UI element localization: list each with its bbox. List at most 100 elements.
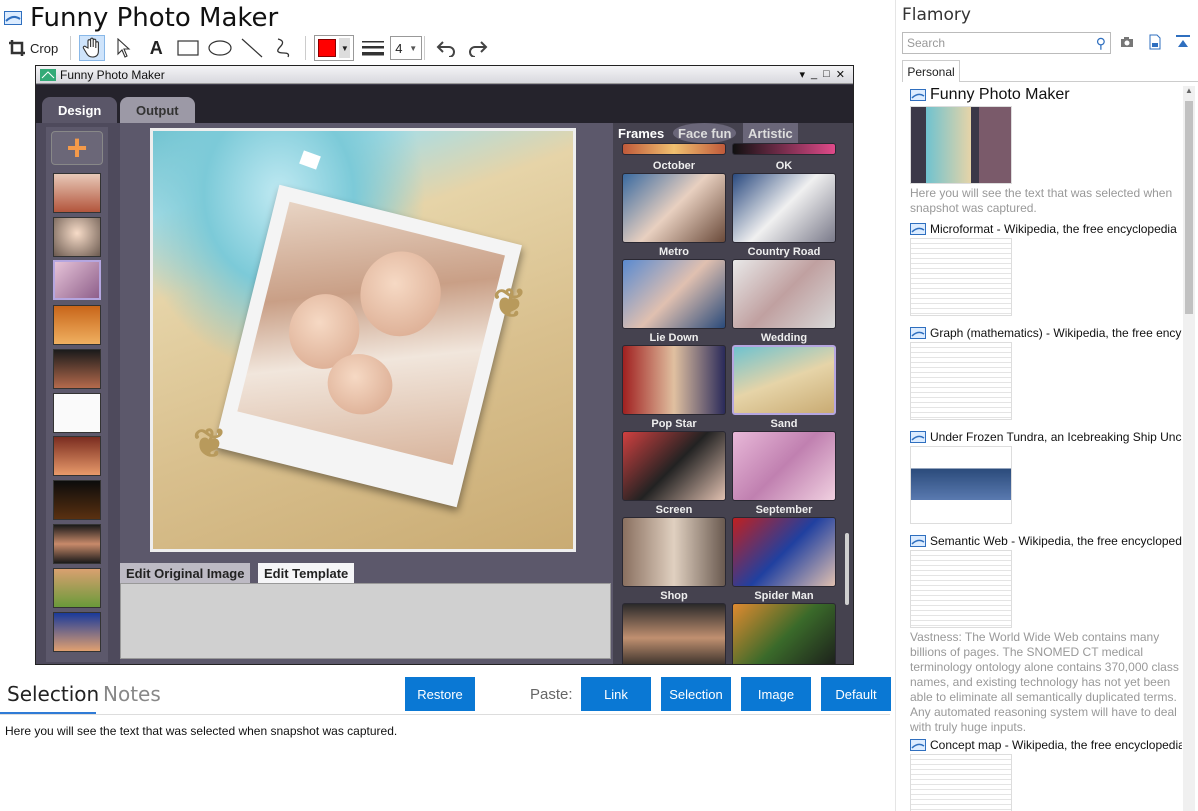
sidebar-title: Flamory [902, 5, 971, 25]
snapshot-icon [910, 535, 926, 547]
hand-icon [83, 37, 100, 58]
paste-selection-button[interactable]: Selection [661, 677, 731, 711]
search-input[interactable]: Search ⚲ [902, 32, 1111, 54]
frame-thumbnail [732, 143, 836, 155]
thumbnail [53, 349, 101, 389]
thumbnail [53, 305, 101, 345]
chevron-down-icon: ▼ [339, 38, 351, 58]
add-photo-icon: + [51, 130, 103, 166]
tab-notes[interactable]: Notes [103, 682, 161, 706]
frame-item: Spider Man [731, 589, 837, 664]
snapshot-thumbnail [910, 342, 1012, 420]
document-icon[interactable] [1147, 33, 1163, 51]
thumbnail [53, 436, 101, 476]
list-item[interactable]: Funny Photo Maker Here you will see the … [910, 86, 1182, 216]
tab-selection[interactable]: Selection [7, 682, 99, 706]
close-icon: ✕ [835, 69, 845, 81]
ellipse-tool-button[interactable] [207, 35, 233, 61]
crop-button[interactable]: Crop [4, 35, 62, 61]
snapshot-icon [910, 327, 926, 339]
face-shape [351, 242, 450, 345]
list-item-header: Concept map - Wikipedia, the free encycl… [910, 738, 1182, 752]
pointer-icon [117, 38, 131, 58]
sidebar-icons [1119, 33, 1191, 51]
paste-image-button[interactable]: Image [741, 677, 811, 711]
list-item-description: Here you will see the text that was sele… [910, 186, 1173, 215]
tab-output: Output [120, 97, 195, 123]
search-icon[interactable]: ⚲ [1096, 35, 1106, 52]
snapshot-icon [910, 739, 926, 751]
frame-item: Screen [621, 503, 727, 587]
snapshot-tabbar: Design Output [36, 85, 853, 123]
list-item-description: Vastness: The World Wide Web contains ma… [910, 630, 1179, 734]
snapshot-thumbnail [910, 754, 1012, 811]
frame-item: Country Road [731, 245, 837, 329]
thumbnail [53, 173, 101, 213]
collapse-icon[interactable] [1175, 33, 1191, 51]
app-window: Funny Photo Maker Crop A ▼ 4 ▼ Funny Pho… [0, 0, 1198, 811]
scroll-up-icon[interactable]: ▲ [1183, 86, 1195, 98]
selection-text[interactable]: Here you will see the text that was sele… [5, 724, 397, 738]
list-item[interactable]: Under Frozen Tundra, an Icebreaking Ship… [910, 430, 1182, 524]
line-tool-button[interactable] [239, 35, 265, 61]
snapshot-icon [910, 431, 926, 443]
scrollbar-thumb[interactable] [1185, 101, 1193, 314]
polaroid-photo [214, 184, 522, 508]
rectangle-tool-button[interactable] [175, 35, 201, 61]
frame-item: Sand [731, 417, 837, 501]
maximize-icon: □ [823, 68, 830, 80]
sand-heart-mark: ❦ [193, 422, 227, 466]
snapshot-image: Funny Photo Maker ▾ _ □ ✕ Design Output … [35, 65, 854, 665]
pointer-tool-button[interactable] [111, 35, 137, 61]
frames-tabbar: Frames Face fun Artistic [613, 123, 853, 143]
frame-item [621, 143, 727, 155]
snapshot-icon [910, 89, 926, 101]
text-tool-button[interactable]: A [143, 35, 169, 61]
page-title: Funny Photo Maker [30, 3, 279, 33]
paste-label: Paste: [530, 686, 573, 703]
list-item[interactable]: Concept map - Wikipedia, the free encycl… [910, 738, 1182, 811]
frame-item: Pop Star [621, 417, 727, 501]
frame-item: Wedding [731, 331, 837, 415]
list-item-title: Microformat - Wikipedia, the free encycl… [930, 222, 1177, 236]
sidebar-scrollbar[interactable]: ▲ [1183, 86, 1195, 811]
search-placeholder: Search [907, 36, 946, 50]
frame-item: October [621, 159, 727, 243]
list-item[interactable]: Graph (mathematics) - Wikipedia, the fre… [910, 326, 1182, 420]
frames-scrollbar [845, 533, 849, 605]
toolbar-divider [305, 36, 307, 60]
frame-label: Sand [770, 418, 798, 430]
line-width-select[interactable]: 4 ▼ [390, 36, 423, 60]
color-picker[interactable]: ▼ [314, 35, 355, 61]
snapshot-body: + ❦ ❦ Edit Original Image Edit Template … [36, 123, 853, 664]
frame-item: OK [731, 159, 837, 243]
freehand-tool-button[interactable] [271, 35, 297, 61]
thumbnail [53, 568, 101, 608]
paste-link-button[interactable]: Link [581, 677, 651, 711]
camera-icon[interactable] [1119, 33, 1135, 51]
redo-button[interactable] [465, 35, 491, 61]
restore-button[interactable]: Restore [405, 677, 475, 711]
line-width-icon-wrap [362, 35, 385, 61]
paste-default-button[interactable]: Default [821, 677, 891, 711]
snapshot-thumbnail [910, 550, 1012, 628]
toolbar: Crop A ▼ 4 ▼ [4, 34, 497, 62]
list-item[interactable]: Microformat - Wikipedia, the free encycl… [910, 222, 1182, 316]
line-icon [241, 38, 263, 58]
list-item[interactable]: Semantic Web - Wikipedia, the free encyc… [910, 534, 1182, 735]
undo-button[interactable] [433, 35, 459, 61]
sand-heart-mark: ❦ [493, 282, 527, 326]
edit-tabs: Edit Original Image Edit Template [120, 560, 613, 664]
frame-item: Metro [621, 245, 727, 329]
list-item-title: Graph (mathematics) - Wikipedia, the fre… [930, 326, 1182, 340]
freehand-icon [277, 38, 290, 58]
divider [0, 714, 890, 715]
rectangle-icon [177, 40, 199, 56]
thumbnail [53, 524, 101, 564]
snapshot-thumbnail [910, 238, 1012, 316]
frame-thumbnail [622, 143, 726, 155]
tab-personal[interactable]: Personal [902, 60, 960, 82]
tab-line [960, 81, 1198, 82]
hand-tool-button[interactable] [79, 35, 106, 61]
chevron-down-icon: ▼ [409, 43, 418, 53]
